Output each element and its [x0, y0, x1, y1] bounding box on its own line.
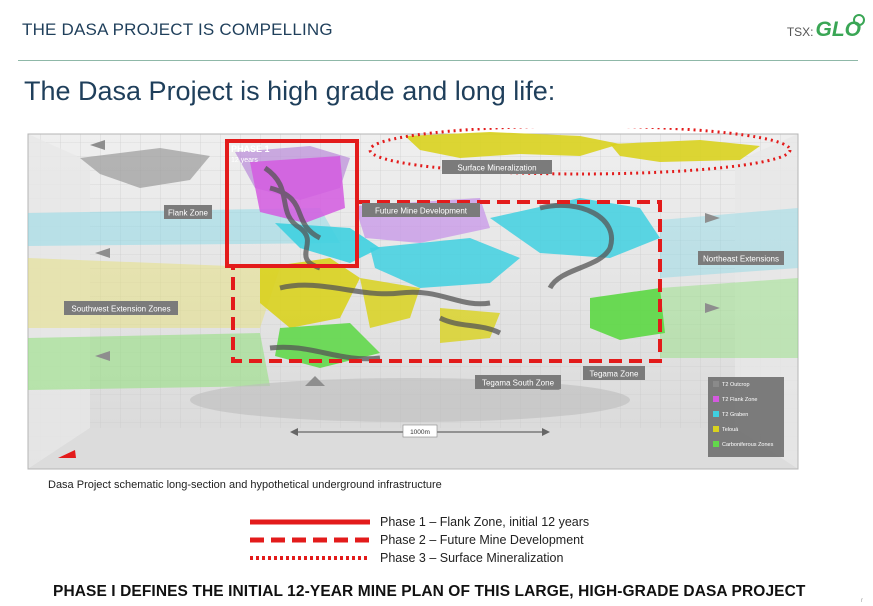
logo-prefix: TSX: [786, 25, 814, 39]
header-divider [18, 60, 858, 61]
southwest-label: Southwest Extension Zones [64, 301, 178, 315]
phase-1-box-title: PHASE 1 [231, 144, 270, 154]
page-mark: r [861, 598, 863, 604]
svg-text:Future Mine Development: Future Mine Development [375, 207, 468, 216]
northeast-label: Northeast Extensions [698, 251, 784, 265]
legend-label-phase-1: Phase 1 – Flank Zone, initial 12 years [380, 515, 590, 529]
key-label: T2 Graben [722, 412, 748, 418]
svg-text:Tegama Zone: Tegama Zone [590, 370, 639, 379]
key-swatch [713, 441, 719, 447]
long-section-figure: PHASE 1 12 years Surface Mineralization … [27, 128, 799, 470]
svg-text:Tegama South Zone: Tegama South Zone [482, 379, 555, 388]
footer-statement: PHASE I DEFINES THE INITIAL 12-YEAR MINE… [53, 583, 806, 600]
key-swatch [713, 381, 719, 387]
dashed-line-swatch [250, 537, 370, 543]
svg-text:1000m: 1000m [410, 429, 430, 436]
phase-1-box-sub: 12 years [231, 157, 258, 164]
figure-caption: Dasa Project schematic long-section and … [48, 479, 442, 491]
key-swatch [713, 396, 719, 402]
key-label: T2 Flank Zone [722, 397, 757, 403]
key-swatch [713, 426, 719, 432]
tegama-label: Tegama Zone [583, 366, 645, 380]
northeast-band-green [660, 278, 798, 358]
company-logo: TSX: GLO [786, 14, 865, 46]
legend-row-phase-3: Phase 3 – Surface Mineralization [250, 549, 589, 567]
svg-text:Southwest Extension Zones: Southwest Extension Zones [71, 305, 170, 314]
key-swatch [713, 411, 719, 417]
legend-row-phase-1: Phase 1 – Flank Zone, initial 12 years [250, 513, 589, 531]
svg-text:Surface Mineralization: Surface Mineralization [457, 164, 536, 173]
legend-label-phase-3: Phase 3 – Surface Mineralization [380, 551, 564, 565]
southwest-band [28, 258, 280, 328]
northeast-band [660, 208, 798, 278]
logo-dot-icon [853, 14, 865, 26]
tegama-south-label: Tegama South Zone [475, 375, 561, 389]
future-mine-label: Future Mine Development [362, 203, 480, 217]
phase-legend: Phase 1 – Flank Zone, initial 12 years P… [250, 513, 589, 567]
key-label: Telouá [722, 427, 739, 433]
slide-title: The Dasa Project is high grade and long … [24, 76, 556, 106]
figure-key: T2 Outcrop T2 Flank Zone T2 Graben Telouá Ca… [708, 377, 784, 457]
legend-label-phase-2: Phase 2 – Future Mine Development [380, 533, 584, 547]
flank-zone-label: Flank Zone [164, 205, 212, 219]
section-header: THE DASA PROJECT IS COMPELLING [22, 20, 333, 39]
svg-text:Northeast Extensions: Northeast Extensions [703, 255, 779, 264]
dotted-line-swatch [250, 556, 370, 560]
legend-row-phase-2: Phase 2 – Future Mine Development [250, 531, 589, 549]
key-label: T2 Outcrop [722, 382, 750, 388]
solid-line-swatch [250, 519, 370, 525]
svg-text:Flank Zone: Flank Zone [168, 209, 209, 218]
key-label: Carboniferous Zones [722, 442, 774, 448]
surface-label: Surface Mineralization [442, 160, 552, 174]
